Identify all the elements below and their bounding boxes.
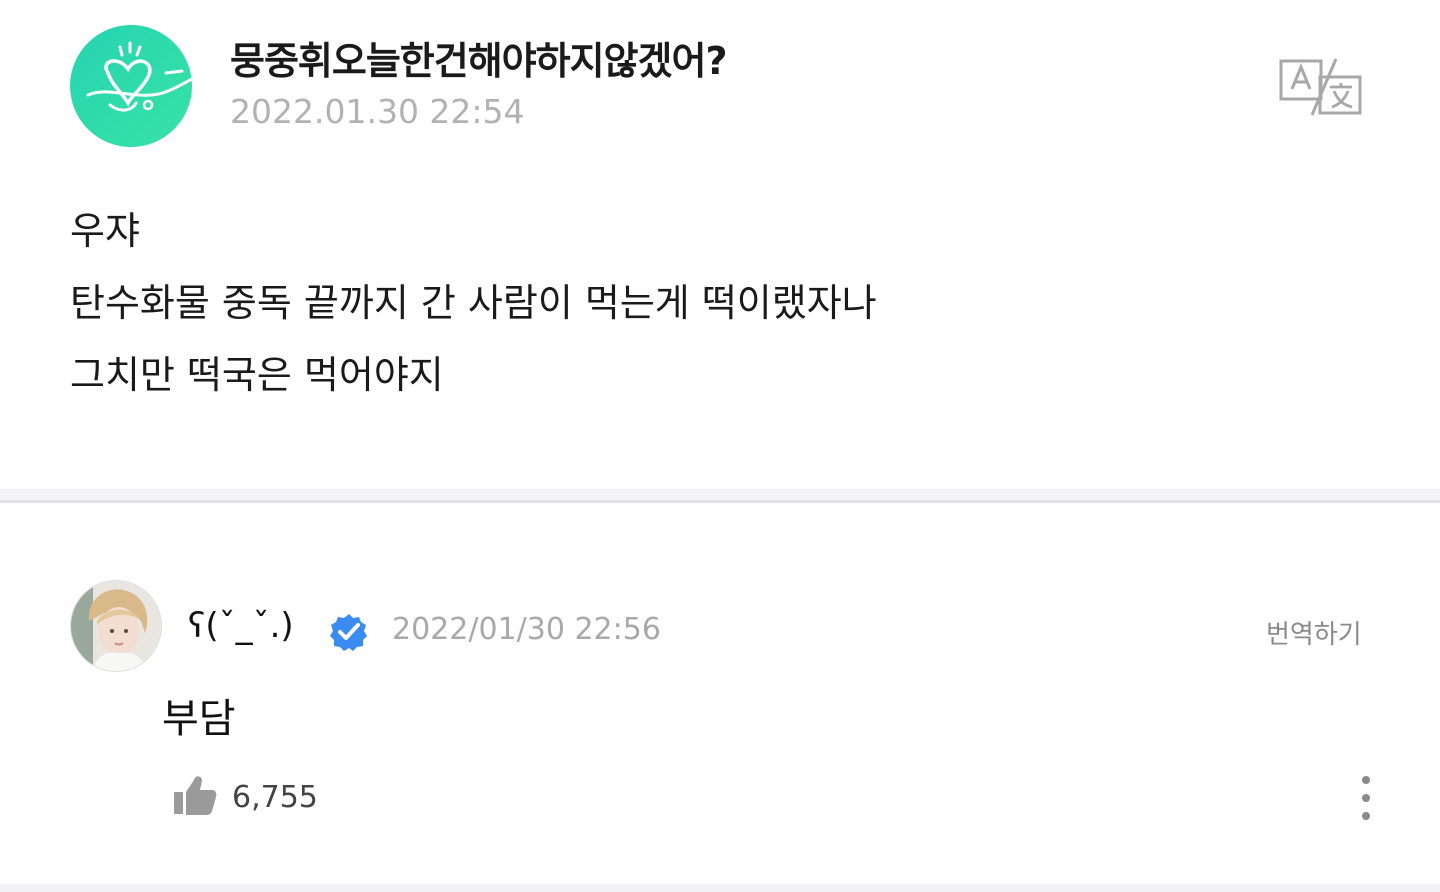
post-author-avatar[interactable] [70, 25, 192, 147]
post-timestamp: 2022.01.30 22:54 [230, 92, 525, 131]
comment-translate-link[interactable]: 번역하기 [1266, 614, 1362, 651]
comment-author-avatar[interactable] [70, 580, 162, 672]
translate-icon [1279, 58, 1362, 116]
comment-author-name[interactable]: ʕ(ˇ_ˇ.) [188, 606, 294, 646]
post-body: 우쟈 탄수화물 중독 끝까지 간 사람이 먹는게 떡이랬자나 그치만 떡국은 먹… [70, 195, 877, 411]
like-button[interactable] [172, 772, 218, 818]
post-body-line: 우쟈 [70, 209, 140, 253]
bottom-divider [0, 884, 1440, 892]
post-title: 뭉중휘오늘한건해야하지않겠어? [230, 39, 727, 83]
post-body-line: 탄수화물 중독 끝까지 간 사람이 먹는게 떡이랬자나 [70, 281, 877, 325]
section-divider [0, 489, 1440, 503]
post-body-line: 그치만 떡국은 먹어야지 [70, 353, 444, 397]
more-options-button[interactable] [1352, 774, 1380, 822]
heart-doodle-logo-icon [86, 41, 192, 112]
translate-button[interactable] [1278, 57, 1366, 117]
comment-timestamp: 2022/01/30 22:56 [392, 612, 661, 647]
more-vertical-icon [1362, 776, 1370, 820]
thumbs-up-icon [174, 776, 217, 815]
comment-text: 부담 [162, 696, 236, 742]
avatar-photo [71, 581, 161, 671]
like-count: 6,755 [232, 780, 318, 815]
verified-badge-icon [329, 612, 369, 652]
